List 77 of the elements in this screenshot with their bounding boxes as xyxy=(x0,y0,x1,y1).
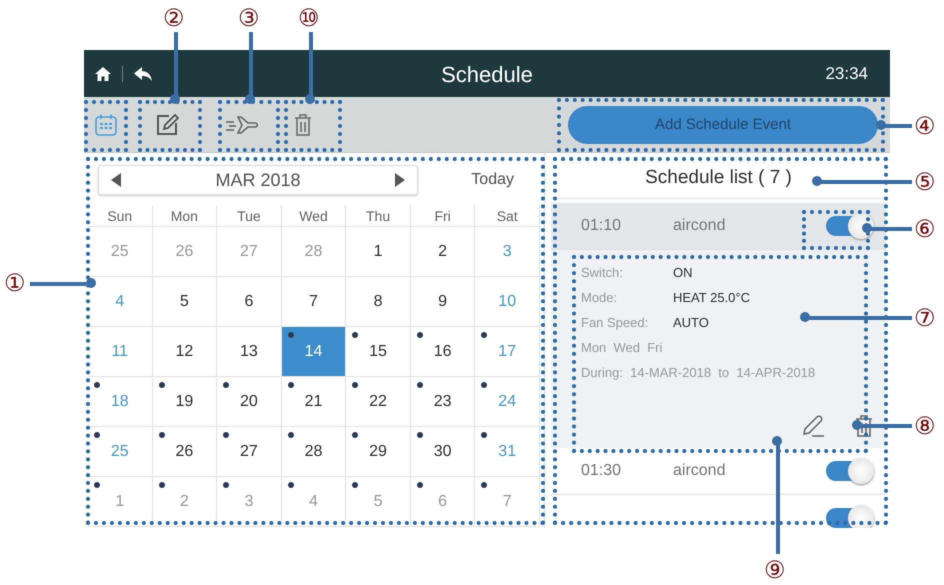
weekday-header: Tue xyxy=(217,205,282,227)
weekday-header: Fri xyxy=(410,205,476,227)
clock-time: 23:34 xyxy=(825,64,868,84)
calendar-day[interactable]: 8 xyxy=(346,277,411,327)
date-range: During: 14-MAR-2018 to 14-APR-2018 xyxy=(581,365,816,380)
calendar-day[interactable]: 6 xyxy=(217,277,282,327)
trash-icon[interactable] xyxy=(293,112,313,136)
calendar-day[interactable]: 4 xyxy=(282,477,346,527)
weekday-header: Wed xyxy=(282,205,346,227)
calendar-day[interactable]: 15 xyxy=(346,327,411,377)
calendar-day[interactable]: 27 xyxy=(217,427,282,477)
calendar-day[interactable]: 3 xyxy=(217,477,282,527)
edit-icon[interactable] xyxy=(155,112,179,136)
schedule-time: 01:10 xyxy=(581,217,622,235)
back-arrow-icon[interactable] xyxy=(133,66,153,82)
calendar-day[interactable]: 11 xyxy=(88,327,153,377)
calendar-day[interactable]: 10 xyxy=(475,277,540,327)
screen-title: Schedule xyxy=(441,62,533,87)
airplane-icon[interactable] xyxy=(224,114,260,136)
device-name: aircond xyxy=(673,462,726,480)
repeat-days: Mon Wed Fri xyxy=(581,340,662,355)
calendar-day[interactable]: 31 xyxy=(475,427,540,477)
trash-icon[interactable] xyxy=(854,414,874,438)
home-icon[interactable] xyxy=(94,66,112,82)
calendar-day[interactable]: 19 xyxy=(152,377,218,427)
calendar-day[interactable]: 22 xyxy=(346,377,411,427)
weekday-header: Sun xyxy=(88,205,153,227)
calendar-day[interactable]: 28 xyxy=(282,227,346,277)
calendar-day[interactable]: 16 xyxy=(410,327,476,377)
schedule-time: 01:30 xyxy=(581,462,622,480)
toggle-switch[interactable] xyxy=(826,216,872,236)
right-triangle-icon[interactable] xyxy=(394,173,405,187)
schedule-row[interactable]: 01:10 aircond xyxy=(551,203,886,250)
calendar-day[interactable]: 6 xyxy=(410,477,476,527)
calendar-day[interactable]: 12 xyxy=(152,327,218,377)
calendar-day[interactable]: 23 xyxy=(410,377,476,427)
calendar-day[interactable]: 5 xyxy=(346,477,411,527)
calendar-day[interactable]: 26 xyxy=(152,427,218,477)
calendar-day[interactable]: 30 xyxy=(410,427,476,477)
calendar-day[interactable]: 28 xyxy=(282,427,346,477)
calendar-day[interactable]: 20 xyxy=(217,377,282,427)
calendar-day[interactable]: 29 xyxy=(346,427,411,477)
add-schedule-event-button[interactable]: Add Schedule Event xyxy=(568,106,878,144)
highlight-frame xyxy=(84,100,128,152)
calendar-day[interactable]: 1 xyxy=(88,477,153,527)
calendar-day[interactable]: 21 xyxy=(282,377,346,427)
calendar-day[interactable]: 9 xyxy=(410,277,476,327)
calendar-day[interactable]: 24 xyxy=(475,377,540,427)
field-value: HEAT 25.0°C xyxy=(673,290,750,305)
calendar-day[interactable]: 7 xyxy=(475,477,540,527)
field-label: Fan Speed: xyxy=(581,315,650,330)
today-button[interactable]: Today xyxy=(465,170,520,190)
toggle-switch[interactable] xyxy=(826,508,872,528)
weekday-header: Mon xyxy=(152,205,218,227)
calendar-day[interactable]: 17 xyxy=(475,327,540,377)
weekday-header: Sat xyxy=(475,205,540,227)
calendar-day[interactable]: 2 xyxy=(152,477,218,527)
calendar-day[interactable]: 25 xyxy=(88,227,153,277)
weekday-header: Thu xyxy=(346,205,411,227)
field-value: AUTO xyxy=(673,315,709,330)
field-label: Switch: xyxy=(581,265,624,280)
calendar-day[interactable]: 5 xyxy=(152,277,218,327)
field-value: ON xyxy=(673,265,692,280)
calendar-day[interactable]: 14 xyxy=(282,327,346,377)
toggle-switch[interactable] xyxy=(826,461,872,481)
left-triangle-icon[interactable] xyxy=(111,173,121,187)
calendar-day[interactable]: 2 xyxy=(410,227,476,277)
pencil-icon[interactable] xyxy=(800,414,826,438)
calendar-day[interactable]: 27 xyxy=(217,227,282,277)
field-label: Mode: xyxy=(581,290,618,305)
month-label: MAR 2018 xyxy=(215,170,301,190)
calendar-day[interactable]: 26 xyxy=(152,227,218,277)
calendar-day[interactable]: 25 xyxy=(88,427,153,477)
calendar-day[interactable]: 18 xyxy=(88,377,153,427)
device-name: aircond xyxy=(673,217,726,235)
calendar-day[interactable]: 3 xyxy=(475,227,540,277)
calendar-day[interactable]: 1 xyxy=(346,227,411,277)
